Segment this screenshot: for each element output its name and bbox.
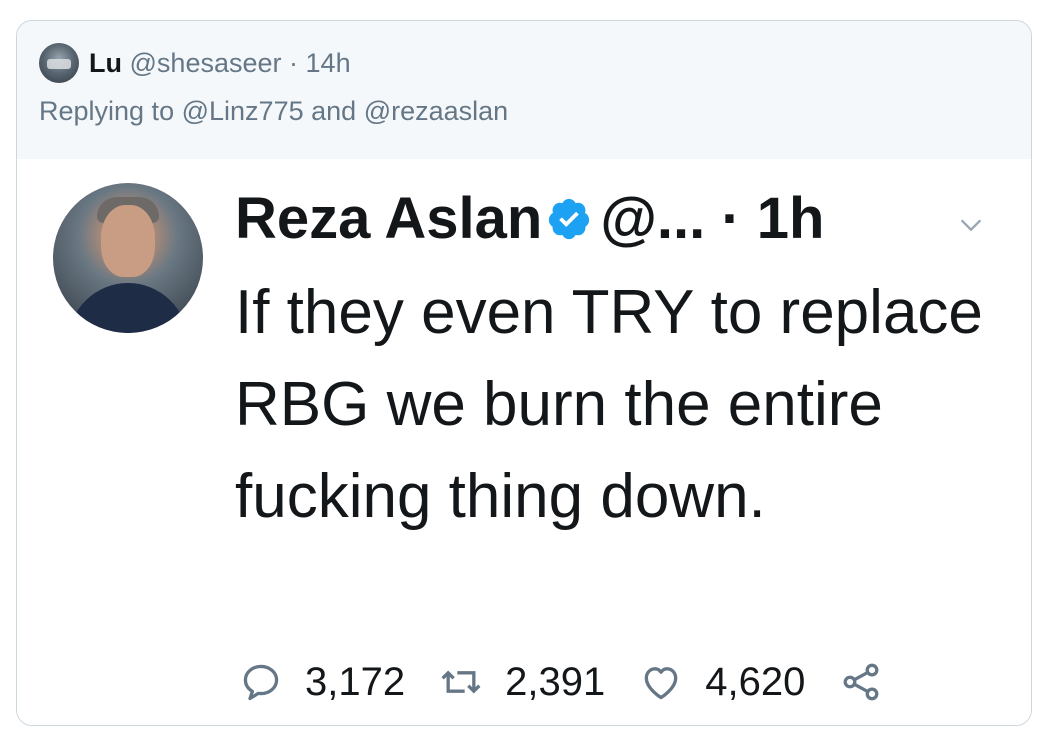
share-icon xyxy=(843,663,879,701)
author-name[interactable]: Lu xyxy=(89,48,122,78)
retweet-icon xyxy=(441,670,481,694)
reply-count: 3,172 xyxy=(305,659,406,704)
reply-icon xyxy=(243,664,279,701)
timestamp[interactable]: 14h xyxy=(306,48,351,78)
replying-to-line: Replying to @Linz775 and @rezaaslan xyxy=(39,95,508,127)
author-line: Lu @shesaseer · 14h xyxy=(89,47,351,79)
quoted-author-line: Reza Aslan @... · 1h xyxy=(235,183,824,255)
chevron-down-icon xyxy=(960,219,982,232)
retweet-count: 2,391 xyxy=(505,659,606,704)
quoted-author-name: Reza Aslan xyxy=(235,186,543,251)
quoted-avatar xyxy=(53,183,203,333)
like-icon xyxy=(644,667,678,700)
separator: · xyxy=(289,48,299,78)
action-bar: 3,172 2,391 4,620 xyxy=(239,657,883,707)
conjunction: and xyxy=(311,96,357,126)
separator: · xyxy=(721,186,741,251)
quoted-timestamp: 1h xyxy=(756,186,825,251)
replying-prefix: Replying to xyxy=(39,96,175,126)
like-count: 4,620 xyxy=(705,659,806,704)
quoted-author-handle: @... xyxy=(600,186,706,251)
embedded-tweet-image[interactable]: Reza Aslan @... · 1h If they even TRY to… xyxy=(17,159,1031,725)
mention-link[interactable]: @Linz775 xyxy=(182,96,304,126)
reply-action: 3,172 xyxy=(239,660,405,705)
quoted-tweet-text: If they even TRY to replace RBG we burn … xyxy=(235,278,983,531)
share-action xyxy=(839,660,883,704)
tweet-header: Lu @shesaseer · 14h Replying to @Linz775… xyxy=(17,21,1031,159)
author-handle[interactable]: @shesaseer xyxy=(130,48,282,78)
verified-badge-icon xyxy=(549,198,590,240)
retweet-action: 2,391 xyxy=(439,660,605,705)
avatar[interactable] xyxy=(39,43,79,83)
like-action: 4,620 xyxy=(639,660,805,705)
tweet-card[interactable]: Lu @shesaseer · 14h Replying to @Linz775… xyxy=(16,20,1032,726)
mention-link[interactable]: @rezaaslan xyxy=(364,96,508,126)
